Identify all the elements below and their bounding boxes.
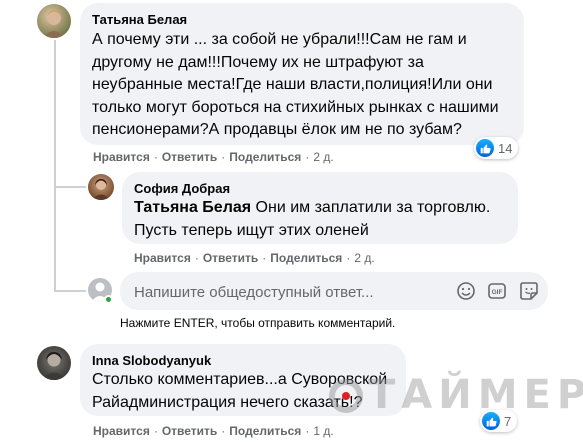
share-link[interactable]: Поделиться: [229, 150, 301, 164]
reply-link[interactable]: Ответить: [162, 150, 217, 164]
share-link[interactable]: Поделиться: [270, 251, 342, 265]
comment-line: Пусть теперь ищут этих оленей: [134, 221, 369, 239]
separator-dot: ·: [221, 150, 226, 164]
emoji-icon[interactable]: [456, 281, 476, 301]
share-link[interactable]: Поделиться: [229, 424, 301, 438]
thread-branch-line: [54, 186, 86, 188]
separator-dot: ·: [305, 424, 310, 438]
like-link[interactable]: Нравится: [134, 251, 191, 265]
thread-branch-line: [54, 290, 86, 292]
like-link[interactable]: Нравится: [93, 150, 150, 164]
comment-actions: Нравится · Ответить · Поделиться · 2 д.: [93, 150, 334, 164]
comment-actions: Нравится · Ответить · Поделиться · 2 д.: [134, 251, 375, 265]
watermark-text: ТАЙМЕР: [368, 372, 583, 418]
reaction-count: 14: [498, 140, 513, 156]
separator-dot: ·: [194, 251, 199, 265]
reply-placeholder: Напишите общедоступный ответ...: [134, 284, 374, 301]
comment-author[interactable]: София Добрая: [134, 181, 230, 196]
timestamp[interactable]: 2 д.: [313, 150, 333, 164]
comment-line: Татьяна Белая Они им заплатили за торгов…: [134, 197, 514, 220]
timer-logo-icon: [329, 379, 363, 413]
enter-hint: Нажмите ENTER, чтобы отправить комментар…: [120, 316, 396, 330]
separator-dot: ·: [305, 150, 310, 164]
timestamp[interactable]: 2 д.: [354, 251, 374, 265]
timestamp[interactable]: 1 д.: [313, 424, 333, 438]
separator-dot: ·: [346, 251, 351, 265]
separator-dot: ·: [262, 251, 267, 265]
comment-line: только могут бороться на стихийных рынка…: [92, 98, 499, 116]
comment-text: Татьяна Белая Они им заплатили за торгов…: [134, 197, 514, 242]
online-status-dot: [104, 295, 113, 304]
sticker-icon[interactable]: [519, 281, 539, 301]
reply-link[interactable]: Ответить: [203, 251, 258, 265]
comment-line: другому не дам!!!Почему их не штрафуют з…: [92, 53, 424, 71]
separator-dot: ·: [153, 424, 158, 438]
watermark-logo: ТАЙМЕР: [326, 372, 583, 418]
mention-link[interactable]: Татьяна Белая: [134, 199, 251, 216]
separator-dot: ·: [153, 150, 158, 164]
thread-line: [54, 40, 56, 290]
gif-icon[interactable]: GIF: [487, 281, 507, 301]
comment-line: А почему эти ... за собой не убрали!!!Са…: [92, 31, 467, 48]
avatar-inna[interactable]: [37, 346, 71, 380]
comment-text: А почему эти ... за собой не убрали!!!Са…: [92, 29, 520, 142]
like-icon: [476, 139, 494, 157]
comment-actions: Нравится · Ответить · Поделиться · 1 д.: [93, 424, 334, 438]
comment-line: пенсионерами?А продавцы ёлок им не по зу…: [92, 121, 462, 138]
reply-link[interactable]: Ответить: [162, 424, 217, 438]
separator-dot: ·: [221, 424, 226, 438]
comment-line-rest: Они им заплатили за торговлю.: [251, 199, 491, 216]
like-link[interactable]: Нравится: [93, 424, 150, 438]
avatar-tatyana[interactable]: [37, 4, 71, 38]
comment-author[interactable]: Inna Slobodyanyuk: [92, 353, 211, 368]
comment-author[interactable]: Татьяна Белая: [92, 12, 187, 27]
avatar-sofia[interactable]: [88, 174, 114, 200]
comment-line: неубранные места!Где наши власти,полиция…: [92, 76, 493, 93]
reaction-count-pill[interactable]: 14: [474, 137, 519, 159]
svg-text:GIF: GIF: [492, 289, 503, 296]
